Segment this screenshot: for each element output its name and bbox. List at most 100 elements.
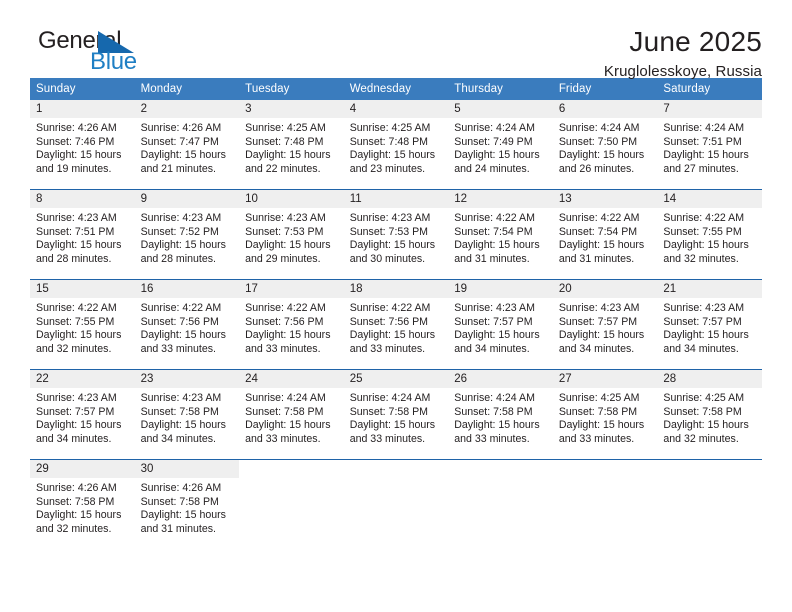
sunrise-text: Sunrise: 4:22 AM <box>558 212 640 224</box>
day-number: 9 <box>134 190 240 208</box>
sunrise-text: Sunrise: 4:22 AM <box>245 302 326 314</box>
weekday-header-thursday: Thursday <box>448 78 553 100</box>
sunset-text: Sunset: 7:53 PM <box>245 225 324 238</box>
day-cell-details: Sunrise: 4:22 AM Sunset: 7:56 PM Daylight:… <box>239 298 344 356</box>
calendar-day-cell[interactable]: 30 Sunrise: 4:26 AM Sunset: 7:58 PM Dayligh… <box>134 459 240 549</box>
sunrise-text: Sunrise: 4:24 AM <box>454 122 535 134</box>
calendar-day-cell[interactable]: 28 Sunrise: 4:25 AM Sunset: 7:58 PM Dayligh… <box>657 369 762 460</box>
sunset-text: Sunset: 7:54 PM <box>454 225 533 238</box>
day-number: 15 <box>30 280 135 298</box>
day-cell-details: Sunrise: 4:25 AM Sunset: 7:58 PM Daylight:… <box>657 388 762 446</box>
calendar-day-cell[interactable]: 20 Sunrise: 4:23 AM Sunset: 7:57 PM Dayligh… <box>552 279 658 370</box>
sunset-text: Sunset: 7:52 PM <box>140 225 219 238</box>
daylight-text: Daylight: 15 hours and 32 minutes. <box>663 419 749 445</box>
day-cell-details: Sunrise: 4:22 AM Sunset: 7:56 PM Daylight:… <box>135 298 240 356</box>
day-cell-details: Sunrise: 4:26 AM Sunset: 7:58 PM Daylight:… <box>135 478 240 536</box>
calendar-day-cell[interactable]: 27 Sunrise: 4:25 AM Sunset: 7:58 PM Dayligh… <box>552 369 658 460</box>
sunset-text: Sunset: 7:46 PM <box>36 135 115 148</box>
day-cell-inner: 9 Sunrise: 4:23 AM Sunset: 7:52 PM Daylight… <box>134 190 240 279</box>
day-cell-inner <box>552 460 658 549</box>
calendar-day-cell[interactable]: 5 Sunrise: 4:24 AM Sunset: 7:49 PM Daylight… <box>448 100 553 190</box>
day-number <box>553 460 658 478</box>
day-cell-inner: 27 Sunrise: 4:25 AM Sunset: 7:58 PM Dayligh… <box>552 370 658 459</box>
day-cell-details: Sunrise: 4:26 AM Sunset: 7:46 PM Daylight:… <box>30 118 135 176</box>
day-number: 16 <box>134 280 240 298</box>
calendar-day-cell[interactable]: 9 Sunrise: 4:23 AM Sunset: 7:52 PM Daylight… <box>134 189 240 280</box>
sunset-text: Sunset: 7:50 PM <box>558 135 638 148</box>
daylight-text: Daylight: 15 hours and 19 minutes. <box>36 149 122 175</box>
daylight-text: Daylight: 15 hours and 32 minutes. <box>663 239 749 265</box>
calendar-day-cell[interactable]: 24 Sunrise: 4:24 AM Sunset: 7:58 PM Dayligh… <box>239 369 344 460</box>
sunrise-text: Sunrise: 4:25 AM <box>663 392 745 404</box>
sunset-text: Sunset: 7:58 PM <box>349 405 429 418</box>
calendar-cell-empty <box>448 459 553 549</box>
day-cell-inner: 2 Sunrise: 4:26 AM Sunset: 7:47 PM Daylight… <box>134 100 240 189</box>
calendar-day-cell[interactable]: 13 Sunrise: 4:22 AM Sunset: 7:54 PM Dayligh… <box>552 189 658 280</box>
calendar-day-cell[interactable]: 8 Sunrise: 4:23 AM Sunset: 7:51 PM Daylight… <box>30 189 135 280</box>
daylight-text: Daylight: 15 hours and 26 minutes. <box>558 149 645 175</box>
calendar-day-cell[interactable]: 19 Sunrise: 4:23 AM Sunset: 7:57 PM Dayligh… <box>448 279 553 370</box>
sunrise-text: Sunrise: 4:23 AM <box>349 212 431 224</box>
sunset-text: Sunset: 7:56 PM <box>349 315 429 328</box>
calendar-day-cell[interactable]: 2 Sunrise: 4:26 AM Sunset: 7:47 PM Daylight… <box>134 100 240 190</box>
daylight-text: Daylight: 15 hours and 33 minutes. <box>454 419 540 445</box>
calendar-day-cell[interactable]: 7 Sunrise: 4:24 AM Sunset: 7:51 PM Daylight… <box>657 100 762 190</box>
sunrise-sunset-calendar: Sunday Monday Tuesday Wednesday Thursday Frid… <box>30 78 762 549</box>
sunset-text: Sunset: 7:56 PM <box>140 315 219 328</box>
daylight-text: Daylight: 15 hours and 33 minutes. <box>245 329 331 355</box>
calendar-day-cell[interactable]: 26 Sunrise: 4:24 AM Sunset: 7:58 PM Dayligh… <box>448 369 553 460</box>
sunrise-text: Sunrise: 4:23 AM <box>140 212 222 224</box>
calendar-day-cell[interactable]: 23 Sunrise: 4:23 AM Sunset: 7:58 PM Dayligh… <box>134 369 240 460</box>
daylight-text: Daylight: 15 hours and 33 minutes. <box>349 329 436 355</box>
day-cell-details: Sunrise: 4:22 AM Sunset: 7:54 PM Daylight:… <box>553 208 658 266</box>
day-cell-inner: 26 Sunrise: 4:24 AM Sunset: 7:58 PM Dayligh… <box>448 370 553 459</box>
calendar-week-row: 22 Sunrise: 4:23 AM Sunset: 7:57 PM Dayligh… <box>30 369 762 460</box>
day-cell-inner <box>657 460 762 549</box>
calendar-day-cell[interactable]: 21 Sunrise: 4:23 AM Sunset: 7:57 PM Dayligh… <box>657 279 762 370</box>
calendar-day-cell[interactable]: 12 Sunrise: 4:22 AM Sunset: 7:54 PM Dayligh… <box>448 189 553 280</box>
calendar-day-cell[interactable]: 1 Sunrise: 4:26 AM Sunset: 7:46 PM Daylight… <box>30 100 135 190</box>
calendar-day-cell[interactable]: 15 Sunrise: 4:22 AM Sunset: 7:55 PM Dayligh… <box>30 279 135 370</box>
calendar-day-cell[interactable]: 14 Sunrise: 4:22 AM Sunset: 7:55 PM Dayligh… <box>657 189 762 280</box>
day-cell-details: Sunrise: 4:23 AM Sunset: 7:57 PM Daylight:… <box>657 298 762 356</box>
day-cell-inner: 3 Sunrise: 4:25 AM Sunset: 7:48 PM Daylight… <box>239 100 344 189</box>
day-cell-inner: 29 Sunrise: 4:26 AM Sunset: 7:58 PM Dayligh… <box>30 460 135 549</box>
day-cell-details: Sunrise: 4:23 AM Sunset: 7:51 PM Daylight:… <box>30 208 135 266</box>
sunset-text: Sunset: 7:48 PM <box>245 135 324 148</box>
day-number: 11 <box>343 190 449 208</box>
day-number: 1 <box>30 100 135 118</box>
calendar-day-cell[interactable]: 29 Sunrise: 4:26 AM Sunset: 7:58 PM Dayligh… <box>30 459 135 549</box>
calendar-week-row: 8 Sunrise: 4:23 AM Sunset: 7:51 PM Daylight… <box>30 189 762 280</box>
calendar-day-cell[interactable]: 18 Sunrise: 4:22 AM Sunset: 7:56 PM Dayligh… <box>343 279 449 370</box>
day-number: 20 <box>552 280 658 298</box>
daylight-text: Daylight: 15 hours and 33 minutes. <box>140 329 226 355</box>
sunrise-text: Sunrise: 4:25 AM <box>349 122 431 134</box>
calendar-day-cell[interactable]: 4 Sunrise: 4:25 AM Sunset: 7:48 PM Daylight… <box>343 100 449 190</box>
day-cell-details: Sunrise: 4:24 AM Sunset: 7:58 PM Daylight:… <box>448 388 553 446</box>
day-cell-inner: 1 Sunrise: 4:26 AM Sunset: 7:46 PM Daylight… <box>30 100 135 189</box>
calendar-day-cell[interactable]: 3 Sunrise: 4:25 AM Sunset: 7:48 PM Daylight… <box>239 100 344 190</box>
day-number: 3 <box>239 100 344 118</box>
day-cell-details <box>239 478 344 482</box>
calendar-day-cell[interactable]: 11 Sunrise: 4:23 AM Sunset: 7:53 PM Dayligh… <box>343 189 449 280</box>
calendar-day-cell[interactable]: 17 Sunrise: 4:22 AM Sunset: 7:56 PM Dayligh… <box>239 279 344 370</box>
day-number: 17 <box>239 280 344 298</box>
sunrise-text: Sunrise: 4:23 AM <box>454 302 535 314</box>
day-number: 19 <box>448 280 553 298</box>
calendar-day-cell[interactable]: 25 Sunrise: 4:24 AM Sunset: 7:58 PM Dayligh… <box>343 369 449 460</box>
day-cell-inner: 21 Sunrise: 4:23 AM Sunset: 7:57 PM Dayligh… <box>657 280 762 369</box>
sunrise-text: Sunrise: 4:26 AM <box>140 122 222 134</box>
day-number: 4 <box>343 100 449 118</box>
general-blue-logo[interactable]: General Blue <box>30 24 160 80</box>
day-cell-details: Sunrise: 4:24 AM Sunset: 7:58 PM Daylight:… <box>344 388 449 446</box>
calendar-day-cell[interactable]: 22 Sunrise: 4:23 AM Sunset: 7:57 PM Dayligh… <box>30 369 135 460</box>
calendar-day-cell[interactable]: 6 Sunrise: 4:24 AM Sunset: 7:50 PM Daylight… <box>552 100 658 190</box>
sunrise-text: Sunrise: 4:23 AM <box>36 212 117 224</box>
calendar-day-cell[interactable]: 16 Sunrise: 4:22 AM Sunset: 7:56 PM Dayligh… <box>134 279 240 370</box>
day-number: 2 <box>134 100 240 118</box>
day-cell-details: Sunrise: 4:23 AM Sunset: 7:52 PM Daylight:… <box>135 208 240 266</box>
sunset-text: Sunset: 7:58 PM <box>454 405 533 418</box>
calendar-day-cell[interactable]: 10 Sunrise: 4:23 AM Sunset: 7:53 PM Dayligh… <box>239 189 344 280</box>
sunrise-text: Sunrise: 4:26 AM <box>36 482 117 494</box>
day-cell-details: Sunrise: 4:23 AM Sunset: 7:57 PM Daylight:… <box>30 388 135 446</box>
